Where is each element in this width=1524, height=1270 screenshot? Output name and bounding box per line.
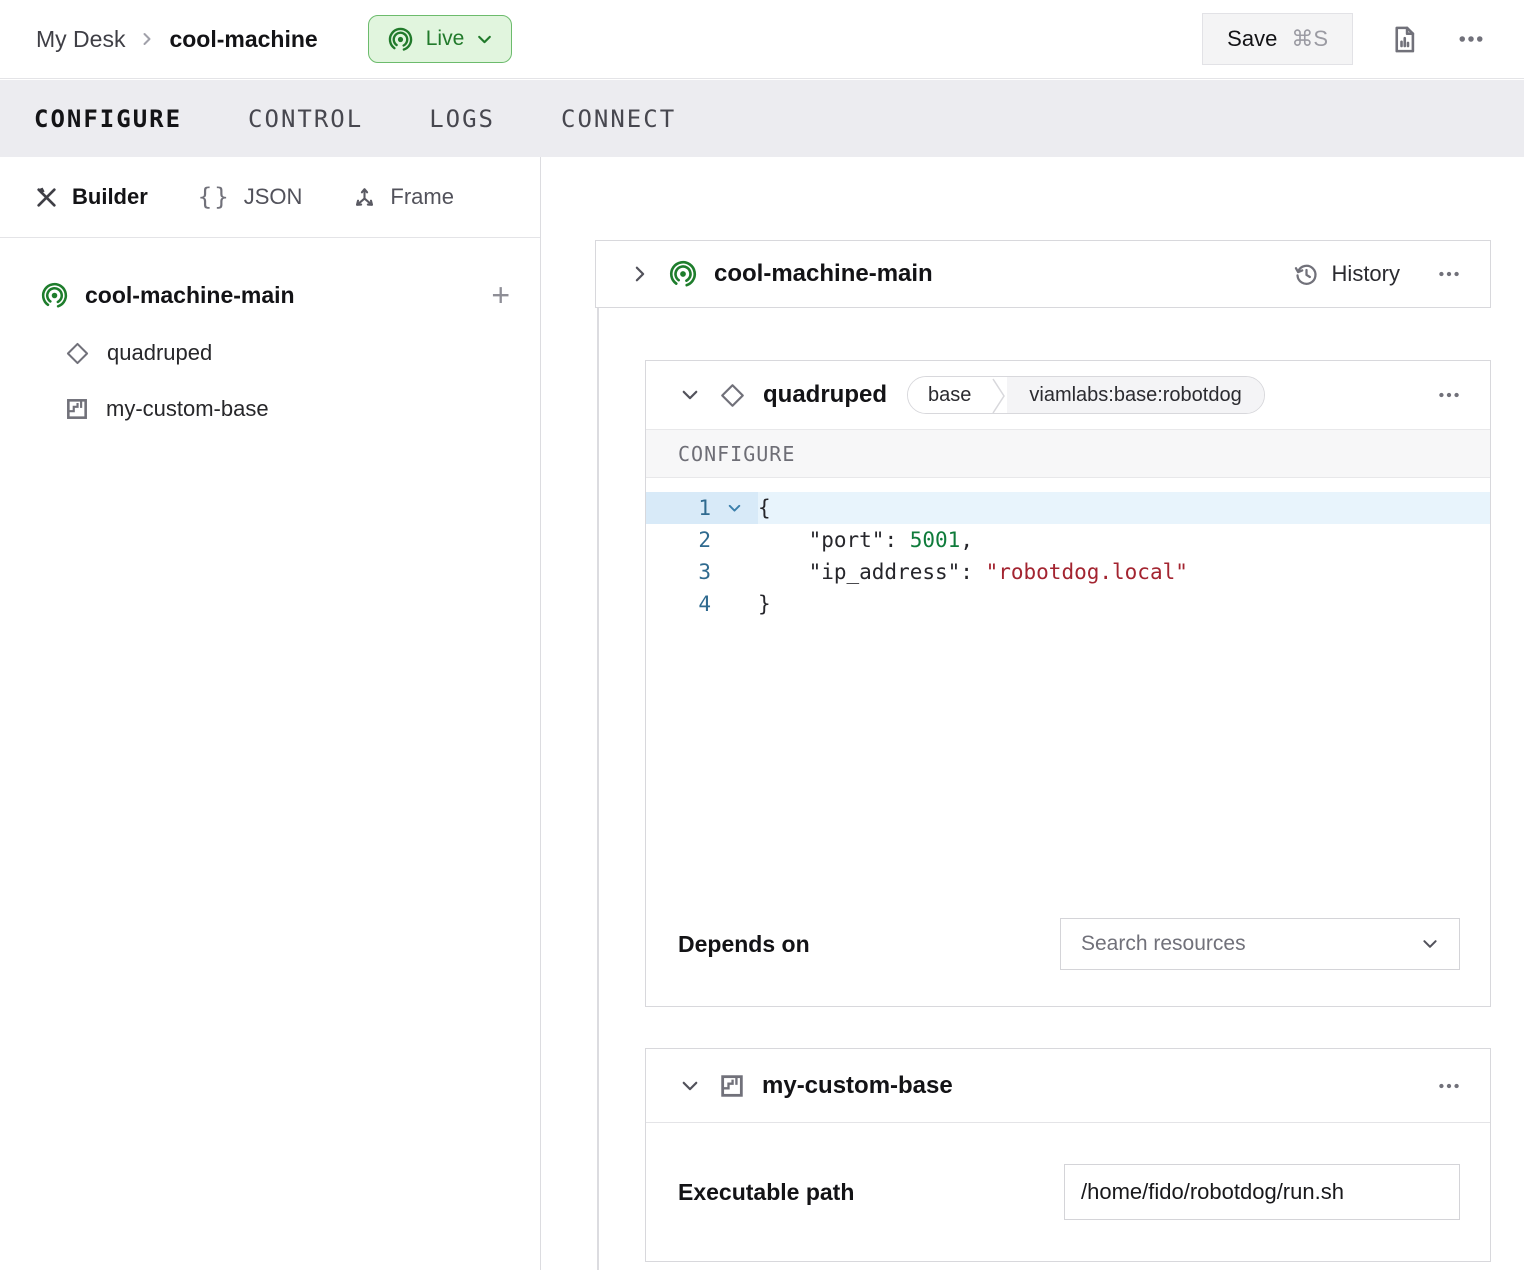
tree-child-label: quadruped [107,340,212,366]
broadcast-icon [40,281,69,310]
line-number: 1 [646,492,711,524]
code-text[interactable]: "port": 5001, [758,524,1490,556]
mode-tab-frame-label: Frame [390,184,454,210]
nesting-indent-line [597,308,599,1270]
module-title: my-custom-base [762,1072,953,1100]
badge-model-label: viamlabs:base:robotdog [1007,377,1263,413]
tab-control[interactable]: CONTROL [248,105,363,133]
tree-child-label: my-custom-base [106,396,269,422]
mode-tab-frame[interactable]: Frame [352,184,454,210]
code-line[interactable]: 3 "ip_address": "robotdog.local" [646,556,1490,588]
chevron-down-icon [476,31,493,48]
machine-nav-tabs: CONFIGURE CONTROL LOGS CONNECT [0,80,1524,157]
history-button[interactable]: History [1293,261,1400,288]
my-custom-base-module-card: my-custom-base Executable path [645,1048,1491,1262]
tree-item-machine-part[interactable]: cool-machine-main + [0,272,540,318]
top-header: My Desk cool-machine Live Save ⌘S [0,0,1524,79]
add-resource-button[interactable]: + [491,279,510,311]
code-editor[interactable]: 1{2 "port": 5001,3 "ip_address": "robotd… [646,478,1490,620]
tab-connect[interactable]: CONNECT [561,105,676,133]
tree-root-label: cool-machine-main [85,282,295,309]
tree-item-quadruped[interactable]: quadruped [0,332,540,374]
depends-on-row: Depends on Search resources [678,918,1460,970]
more-options-icon[interactable] [1436,261,1462,287]
configure-section-label: CONFIGURE [646,429,1490,478]
resource-tree: cool-machine-main + quadruped my-custom-… [0,238,540,430]
executable-path-input[interactable] [1064,1164,1460,1220]
chevron-down-icon[interactable] [680,385,700,405]
save-shortcut: ⌘S [1291,26,1328,52]
more-options-icon[interactable] [1436,382,1462,408]
code-line[interactable]: 2 "port": 5001, [646,524,1490,556]
machine-part-title: cool-machine-main [714,260,933,288]
depends-on-select[interactable]: Search resources [1060,918,1460,970]
config-sidebar: Builder {} JSON Frame cool-machine-main … [0,157,541,1270]
quadruped-component-card: quadruped base viamlabs:base:robotdog CO… [645,360,1491,1007]
chevron-right-icon[interactable] [630,264,650,284]
code-text[interactable]: } [758,588,1490,620]
code-text[interactable]: "ip_address": "robotdog.local" [758,556,1490,588]
machine-name: cool-machine [169,26,317,53]
mode-tab-json[interactable]: {} JSON [198,183,303,211]
mode-tab-builder-label: Builder [72,184,148,210]
module-icon [718,1072,746,1100]
save-button[interactable]: Save ⌘S [1202,13,1353,65]
save-label: Save [1227,26,1277,52]
quadruped-card-header[interactable]: quadruped base viamlabs:base:robotdog [646,361,1490,429]
tree-item-my-custom-base[interactable]: my-custom-base [0,388,540,430]
breadcrumb: My Desk cool-machine [36,26,318,53]
component-diamond-icon [64,340,91,367]
broadcast-icon [387,26,414,53]
badge-type-label: base [908,377,991,413]
file-chart-icon[interactable] [1389,24,1420,55]
executable-path-label: Executable path [678,1179,854,1206]
code-line[interactable]: 1{ [646,492,1490,524]
braces-icon: {} [198,183,231,211]
chevron-down-icon [1421,935,1439,953]
breadcrumb-separator-icon [139,31,155,47]
depends-on-placeholder: Search resources [1081,932,1246,956]
component-type-badge: base viamlabs:base:robotdog [907,376,1265,414]
code-line[interactable]: 4} [646,588,1490,620]
fold-chevron-icon[interactable] [711,492,758,524]
breadcrumb-root-link[interactable]: My Desk [36,26,125,53]
module-icon [64,396,90,422]
mode-tab-json-label: JSON [244,184,303,210]
tab-logs[interactable]: LOGS [429,105,495,133]
axes-icon [352,185,377,210]
badge-divider-icon [991,377,1007,413]
tools-icon [34,185,59,210]
line-number: 2 [646,524,711,556]
config-main-panel: cool-machine-main History quadruped bas [542,157,1524,1270]
component-title: quadruped [763,381,887,409]
line-number: 4 [646,588,711,620]
live-status-dropdown[interactable]: Live [368,15,513,63]
header-actions: Save ⌘S [1202,13,1486,65]
more-options-icon[interactable] [1456,24,1486,54]
machine-part-card: cool-machine-main History [595,240,1491,308]
line-number: 3 [646,556,711,588]
live-status-label: Live [426,27,465,51]
component-diamond-icon [718,381,747,410]
broadcast-icon [668,259,698,289]
module-card-header[interactable]: my-custom-base [646,1049,1490,1123]
code-text[interactable]: { [758,492,1490,524]
history-label: History [1332,261,1400,287]
mode-tab-builder[interactable]: Builder [34,184,148,210]
chevron-down-icon[interactable] [680,1076,700,1096]
module-card-body: Executable path [646,1123,1490,1261]
machine-part-card-header[interactable]: cool-machine-main History [596,241,1490,307]
config-mode-tabs: Builder {} JSON Frame [0,157,540,238]
tab-configure[interactable]: CONFIGURE [34,105,182,133]
history-clock-icon [1293,261,1320,288]
depends-on-label: Depends on [678,931,810,958]
more-options-icon[interactable] [1436,1073,1462,1099]
